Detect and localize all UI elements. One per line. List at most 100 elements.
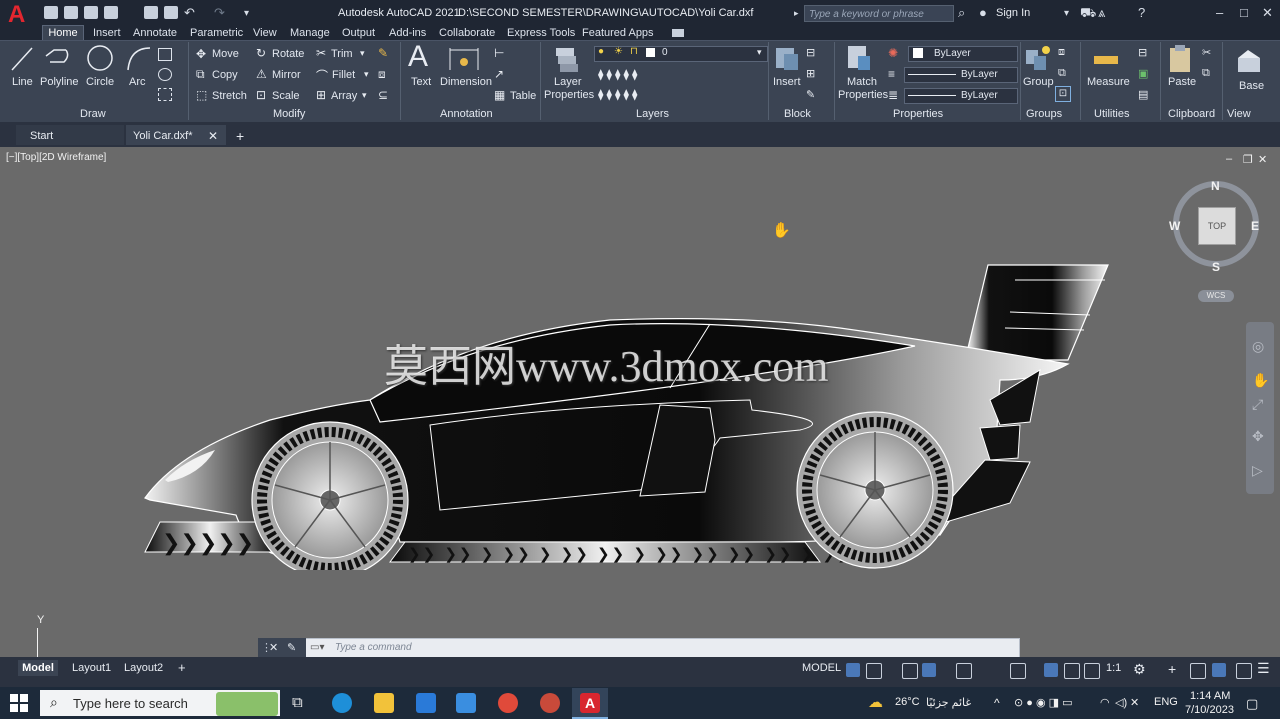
language-switch-icon[interactable]: ✕ <box>1130 696 1139 709</box>
tab-featured-apps[interactable]: Featured Apps <box>582 27 654 39</box>
measure-tool-label[interactable]: Measure <box>1087 76 1130 88</box>
layer-lock-icon[interactable]: ⊓ <box>630 46 638 57</box>
compass-south[interactable]: S <box>1212 260 1220 274</box>
mirror-icon[interactable]: ⚠ <box>256 67 267 81</box>
groups-panel-title[interactable]: Groups <box>1026 108 1062 120</box>
table-tool[interactable]: Table <box>510 90 536 102</box>
tab-view[interactable]: View <box>253 27 277 39</box>
group-icon[interactable] <box>1024 44 1052 74</box>
text-tool-label[interactable]: Text <box>411 76 431 88</box>
autodesk-a360-icon[interactable]: ⩓ <box>1098 5 1105 21</box>
ortho-icon[interactable] <box>902 663 918 679</box>
chrome-profile-icon[interactable] <box>540 693 560 713</box>
text-icon[interactable]: A <box>408 40 428 74</box>
linear-dim-icon[interactable]: ⊢ <box>494 46 504 60</box>
clipboard-panel-title[interactable]: Clipboard <box>1168 108 1215 120</box>
layer-freeze-icon[interactable]: ☀ <box>614 46 623 57</box>
windows-start-icon[interactable] <box>10 694 28 712</box>
qat-dropdown-icon[interactable]: ▾ <box>244 8 249 19</box>
layer-on-icon[interactable]: ● <box>598 46 604 57</box>
array-tool[interactable]: Array <box>331 90 357 102</box>
layers-panel-title[interactable]: Layers <box>636 108 669 120</box>
tab-home[interactable]: Home <box>42 25 84 41</box>
mail-icon[interactable] <box>456 693 476 713</box>
add-layout-icon[interactable]: + <box>178 660 186 675</box>
auto-scale-icon[interactable] <box>1064 663 1080 679</box>
viewcube-top-face[interactable]: TOP <box>1198 207 1236 245</box>
command-input[interactable]: Type a command <box>335 642 412 653</box>
command-prompt-icon[interactable]: ▭▾ <box>310 642 324 653</box>
units-icon[interactable] <box>1190 663 1206 679</box>
save-icon[interactable] <box>84 6 98 19</box>
match-properties-label-2[interactable]: Properties <box>838 89 888 101</box>
weather-temp[interactable]: 26°C <box>895 696 920 708</box>
new-tab-icon[interactable]: + <box>236 127 244 145</box>
compass-north[interactable]: N <box>1211 179 1220 193</box>
linetype-value[interactable]: ByLayer <box>961 90 998 101</box>
group-edit-icon[interactable]: ⧉ <box>1058 67 1066 80</box>
group-select-icon[interactable]: ⊡ <box>1055 86 1071 102</box>
compass-west[interactable]: W <box>1169 219 1180 233</box>
notifications-icon[interactable]: ▢ <box>1246 696 1258 712</box>
new-file-icon[interactable] <box>44 6 58 19</box>
scale-tool[interactable]: Scale <box>272 90 300 102</box>
command-customize-icon[interactable]: ✎ <box>287 641 296 654</box>
trim-tool[interactable]: Trim <box>331 48 353 60</box>
copy-icon[interactable]: ⧉ <box>196 67 205 82</box>
pan-icon[interactable]: ✋ <box>1252 372 1269 389</box>
copy-clip-icon[interactable]: ⧉ <box>1202 67 1210 80</box>
match-properties-icon[interactable] <box>846 44 874 74</box>
open-file-icon[interactable] <box>64 6 78 19</box>
leader-icon[interactable]: ↗ <box>494 67 504 81</box>
ellipse-icon[interactable] <box>158 68 172 81</box>
help-icon[interactable]: ? <box>1138 5 1145 20</box>
group-tool-label[interactable]: Group <box>1023 76 1054 88</box>
tab-start[interactable]: Start <box>30 127 53 145</box>
view-panel-title[interactable]: View <box>1227 108 1251 120</box>
circle-tool-label[interactable]: Circle <box>86 76 114 88</box>
polyline-icon[interactable] <box>44 46 72 72</box>
current-layer-name[interactable]: 0 <box>662 47 668 58</box>
minimize-icon[interactable]: – <box>1216 5 1223 20</box>
ribbon-minimize-icon[interactable] <box>672 29 684 37</box>
cut-icon[interactable]: ✂ <box>1202 46 1211 59</box>
tray-chevron-icon[interactable]: ^ <box>994 696 1000 710</box>
tab-annotate[interactable]: Annotate <box>133 27 177 39</box>
erase-icon[interactable]: ✎ <box>378 46 388 60</box>
autocad-logo-icon[interactable]: A <box>8 3 32 27</box>
layer-properties-label-2[interactable]: Properties <box>544 89 594 101</box>
polar-icon[interactable] <box>922 663 936 677</box>
print-icon[interactable] <box>164 6 178 19</box>
copy-tool[interactable]: Copy <box>212 69 238 81</box>
cart-icon[interactable]: ⛟ <box>1080 5 1096 23</box>
paste-icon[interactable] <box>1168 44 1194 74</box>
customization-menu-icon[interactable]: ☰ <box>1257 660 1270 677</box>
zoom-extents-icon[interactable]: ⤢ <box>1252 396 1263 413</box>
annotation-monitor-icon[interactable]: + <box>1168 661 1176 677</box>
keyword-search-input[interactable]: Type a keyword or phrase <box>804 5 954 22</box>
save-as-icon[interactable] <box>104 6 118 19</box>
car-drawing[interactable]: ❯❯❯❯❯ ❯❯ ❯❯ ❯ ❯❯ ❯ ❯❯ ❯❯ ❯ ❯❯ ❯❯ ❯❯ ❯❯ ❯… <box>140 260 1110 570</box>
tab-collaborate[interactable]: Collaborate <box>439 27 495 39</box>
showmotion-icon[interactable]: ▷ <box>1252 462 1263 479</box>
volume-icon[interactable]: ◁) <box>1115 696 1127 709</box>
tab-close-icon[interactable]: ✕ <box>208 127 218 145</box>
measure-icon[interactable] <box>1092 48 1120 70</box>
chrome-icon[interactable] <box>498 693 518 713</box>
trim-icon[interactable]: ✂ <box>316 46 326 60</box>
mirror-tool[interactable]: Mirror <box>272 69 301 81</box>
chevron-right-icon[interactable]: ▸ <box>794 8 799 19</box>
dimension-tool-label[interactable]: Dimension <box>440 76 492 88</box>
annotation-scale[interactable]: 1:1 <box>1106 662 1121 674</box>
clock-date[interactable]: 7/10/2023 <box>1185 704 1234 716</box>
layer-tool-icon[interactable]: ⧫ ⧫ ⧫ ⧫ ⧫ <box>598 88 637 101</box>
explode-icon[interactable]: ⧈ <box>378 67 386 82</box>
layer-properties-icon[interactable] <box>552 44 582 74</box>
move-icon[interactable]: ✥ <box>196 47 206 61</box>
line-tool-label[interactable]: Line <box>12 76 33 88</box>
hatch-icon[interactable] <box>158 88 172 101</box>
fillet-tool[interactable]: Fillet <box>332 69 355 81</box>
annotation-scale-icon[interactable] <box>1084 663 1100 679</box>
isodraft-icon[interactable] <box>956 663 972 679</box>
trim-dropdown-icon[interactable]: ▾ <box>360 48 365 59</box>
